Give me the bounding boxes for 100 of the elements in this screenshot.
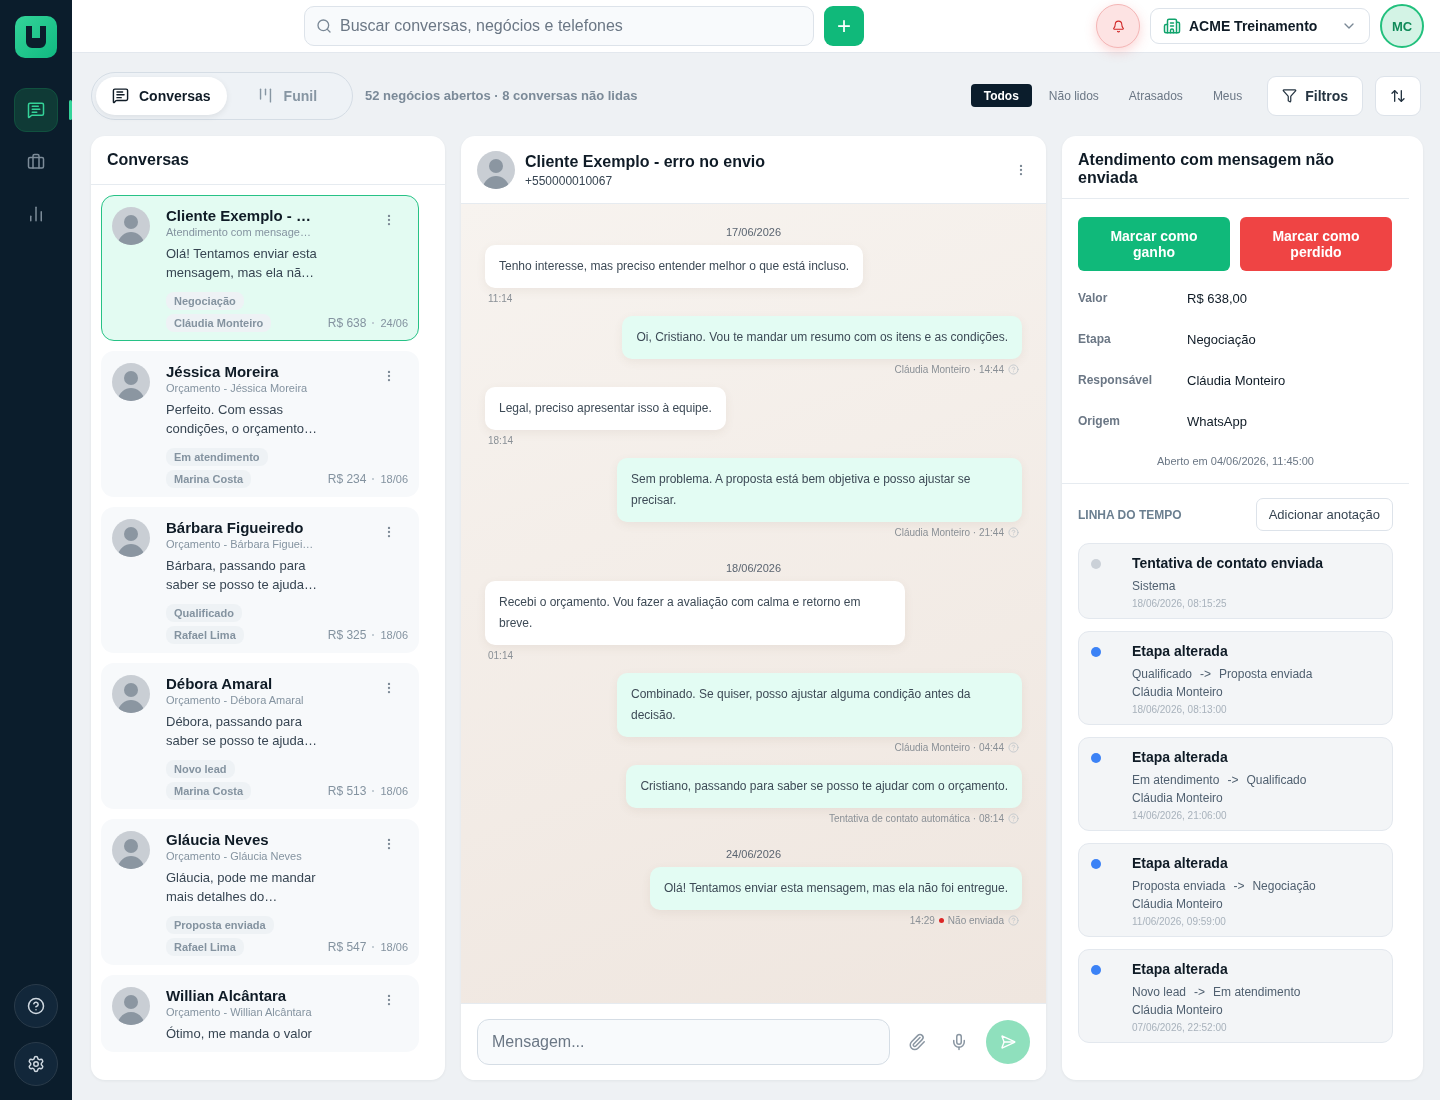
message-time: 11:14 xyxy=(488,293,513,304)
message-bubble: Legal, preciso apresentar isso à equipe. xyxy=(485,387,726,430)
message-meta: Tentativa de contato automática · 08:14 xyxy=(828,813,1004,824)
event-time: 18/06/2026, 08:13:00 xyxy=(1132,704,1228,715)
avatar xyxy=(112,519,150,557)
event-author: Cláudia Monteiro xyxy=(1132,896,1223,913)
date-separator: 24/06/2026 xyxy=(725,848,782,860)
contact-name: Bárbara Figueiredo xyxy=(166,519,305,536)
field-value: Negociação xyxy=(1187,332,1257,347)
message-time: 01:14 xyxy=(488,650,514,661)
help-icon[interactable] xyxy=(14,984,58,1028)
arrow-text: -> xyxy=(1200,666,1212,683)
search-field[interactable]: Buscar conversas, negócios e telefones xyxy=(304,6,814,46)
event-author: Cláudia Monteiro xyxy=(1132,790,1223,807)
conversation-card[interactable]: Cliente Exemplo - … Atendimento com mensage… Olá! Tentamos enviar esta mensagem, mas ela nã… Negociação Cláudia Monteiro R$ 638 24/06 xyxy=(101,195,419,341)
message-preview: Perfeito. Com essas condições, o orçamento… xyxy=(166,401,319,438)
conversation-card[interactable]: Jéssica Moreira Orçamento - Jéssica Moreira Perfeito. Com essas condições, o orçamento… Em atendimento Marina Costa R$ 234 18/06 xyxy=(101,351,419,497)
date-separator: 18/06/2026 xyxy=(725,562,782,574)
add-note-button[interactable]: Adicionar anotação xyxy=(1255,498,1393,531)
message-bubble: Oi, Cristiano. Vou te mandar um resumo com os itens e as condições. xyxy=(622,316,1022,359)
stage-from: Proposta enviada xyxy=(1132,878,1226,895)
search-icon xyxy=(316,18,332,34)
avatar xyxy=(112,207,150,245)
details-title: Atendimento com mensagem não enviada xyxy=(1077,150,1336,188)
filter-icon xyxy=(1282,88,1298,103)
contact-name: Gláucia Neves xyxy=(166,831,270,848)
deal-title: Orçamento - Bárbara Figuei… xyxy=(166,538,315,550)
message-preview: Bárbara, passando para saber se posso te ajuda… xyxy=(166,557,319,594)
message-meta: 14:29 xyxy=(909,915,935,926)
deal-date: 24/06 xyxy=(380,317,408,329)
avatar xyxy=(112,987,150,1025)
chat-icon[interactable] xyxy=(14,88,58,132)
deal-value: R$ 547 xyxy=(327,940,367,954)
message-preview: Débora, passando para saber se posso te ajuda… xyxy=(166,713,319,750)
field-label: Origem xyxy=(1078,414,1121,429)
event-time: 14/06/2026, 21:06:00 xyxy=(1132,810,1228,821)
conversation-card[interactable]: Débora Amaral Orçamento - Débora Amaral Débora, passando para saber se posso te ajuda… Novo lead Marina Costa R$ 513 18/06 xyxy=(101,663,419,809)
event-author: Sistema xyxy=(1132,578,1176,595)
user-avatar[interactable]: MC xyxy=(1380,4,1424,48)
message-meta: Cláudia Monteiro · 14:44 xyxy=(894,364,1004,375)
filter-tab[interactable]: Não lidos xyxy=(1035,84,1112,107)
stage-tag: Qualificado xyxy=(166,604,242,622)
settings-icon[interactable] xyxy=(14,1042,58,1086)
phone-number: +550000010067 xyxy=(525,173,614,188)
filter-tab[interactable]: Todos xyxy=(970,84,1032,107)
deal-value: R$ 325 xyxy=(327,628,367,642)
conversation-card[interactable]: Willian Alcântara Orçamento - Willian Alcântara Ótimo, me manda o valor xyxy=(101,975,419,1052)
event-time: 11/06/2026, 09:59:00 xyxy=(1132,916,1227,927)
contact-name: Débora Amaral xyxy=(166,675,274,692)
owner-tag: Rafael Lima xyxy=(166,938,244,956)
stage-to: Em atendimento xyxy=(1213,984,1301,1001)
arrow-text: -> xyxy=(1194,984,1206,1001)
field-value: R$ 638,00 xyxy=(1187,291,1248,306)
chat-icon xyxy=(112,87,129,104)
send-icon xyxy=(1000,1034,1016,1050)
event-author: Cláudia Monteiro xyxy=(1132,684,1223,701)
logo-icon[interactable] xyxy=(15,16,57,58)
avatar xyxy=(477,151,515,189)
conversation-card[interactable]: Gláucia Neves Orçamento - Gláucia Neves Gláucia, pode me mandar mais detalhes do… Proposta enviada Rafael Lima R$ 547 18/06 xyxy=(101,819,419,965)
sort-button[interactable] xyxy=(1375,75,1421,116)
avatar xyxy=(112,831,150,869)
event-title: Etapa alterada xyxy=(1132,749,1229,765)
field-label: Valor xyxy=(1078,291,1109,306)
message-meta: Cláudia Monteiro · 21:44 xyxy=(894,527,1004,538)
message-preview: Ótimo, me manda o valor xyxy=(166,1025,313,1043)
event-time: 07/06/2026, 22:52:00 xyxy=(1132,1022,1228,1033)
event-title: Etapa alterada xyxy=(1132,961,1229,977)
stage-to: Qualificado xyxy=(1246,772,1307,789)
conversation-card[interactable]: Bárbara Figueiredo Orçamento - Bárbara Figuei… Bárbara, passando para saber se posso te ajuda… Qualificado Rafael Lima R$ 325 18/06 xyxy=(101,507,419,653)
message-bubble: Combinado. Se quiser, posso ajustar alguma condição antes da decisão. xyxy=(617,673,1022,737)
message-meta: Cláudia Monteiro · 04:44 xyxy=(894,742,1004,753)
message-field[interactable]: Mensagem... xyxy=(477,1019,890,1065)
message-time: 18:14 xyxy=(488,435,514,446)
deal-title: Orçamento - Gláucia Neves xyxy=(166,850,303,862)
workspace-selector[interactable]: ACME Treinamento xyxy=(1150,8,1370,44)
stage-tag: Negociação xyxy=(166,292,244,310)
owner-tag: Marina Costa xyxy=(166,470,252,488)
filters-button[interactable]: Filtros xyxy=(1267,75,1363,116)
arrow-text: -> xyxy=(1227,772,1239,789)
event-time: 18/06/2026, 08:15:25 xyxy=(1132,598,1228,609)
event-author: Cláudia Monteiro xyxy=(1132,1002,1223,1019)
field-value: Cláudia Monteiro xyxy=(1187,373,1287,388)
stage-from: Em atendimento xyxy=(1132,772,1220,789)
contact-name: Jéssica Moreira xyxy=(166,363,280,380)
date-separator: 17/06/2026 xyxy=(725,226,782,238)
summary-text: 52 negócios abertos · 8 conversas não lidas xyxy=(365,88,638,103)
filter-tab[interactable]: Meus xyxy=(1199,84,1256,107)
deal-date: 18/06 xyxy=(380,785,408,797)
stage-tag: Novo lead xyxy=(166,760,235,778)
deal-value: R$ 513 xyxy=(327,784,367,798)
lost-button[interactable]: Marcar como perdido xyxy=(1240,217,1392,271)
message-bubble: Tenho interesse, mas preciso entender melhor o que está incluso. xyxy=(485,245,864,288)
filter-tab[interactable]: Atrasados xyxy=(1115,84,1196,107)
message-bubble: Sem problema. A proposta está bem objetiva e posso ajustar se precisar. xyxy=(617,458,1022,522)
field-value: WhatsApp xyxy=(1187,414,1248,429)
bell-icon[interactable] xyxy=(1096,4,1140,48)
field-label: Responsável xyxy=(1078,373,1154,388)
stage-tag: Proposta enviada xyxy=(166,916,274,934)
view-tab[interactable]: Conversas xyxy=(96,76,227,115)
event-title: Etapa alterada xyxy=(1132,855,1229,871)
